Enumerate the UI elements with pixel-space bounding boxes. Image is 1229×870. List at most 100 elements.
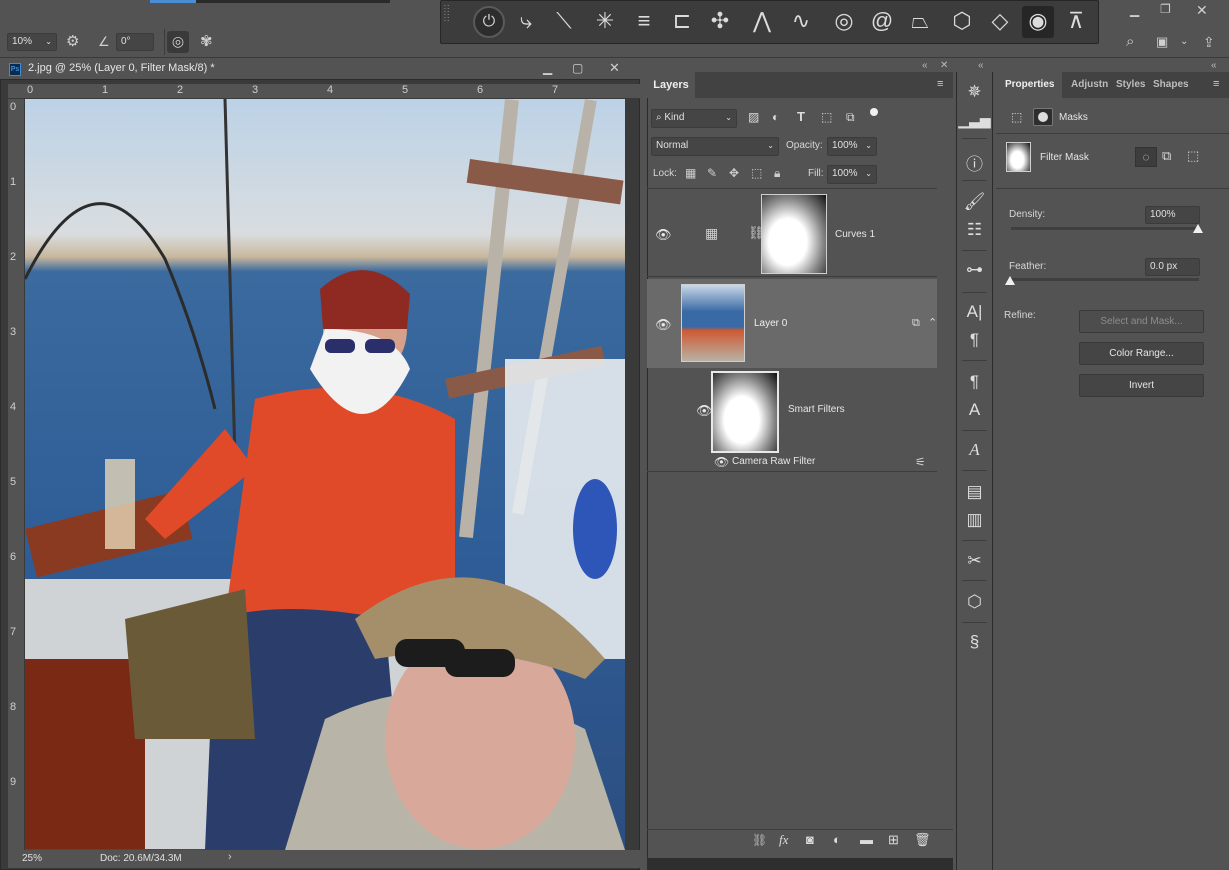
lock-pixels-icon[interactable]: ✎ xyxy=(707,166,717,180)
curves-mask-thumbnail[interactable] xyxy=(761,194,827,274)
new-layer-icon[interactable]: ⊞ xyxy=(888,832,899,848)
disable-mask-icon[interactable]: ⬚ xyxy=(1187,148,1199,164)
diamond-tool-icon[interactable]: ◇ xyxy=(984,6,1016,38)
character-icon[interactable]: A| xyxy=(956,302,993,322)
paragraph-icon[interactable]: ¶ xyxy=(956,330,993,350)
zoom-dropdown[interactable]: 10% ⌄ xyxy=(7,33,57,51)
visibility-eye-icon[interactable]: 👁︎ xyxy=(655,227,672,243)
visibility-eye-icon[interactable]: 👁︎ xyxy=(655,317,672,333)
link-layers-icon[interactable]: ⛓︎ xyxy=(752,833,767,847)
filter-options-icon[interactable]: ⚟ xyxy=(915,455,926,469)
lock-artboard-icon[interactable]: ⬚ xyxy=(751,166,762,180)
panel-menu-icon[interactable]: ≡ xyxy=(937,78,943,90)
invert-button[interactable]: Invert xyxy=(1079,374,1204,397)
share-icon[interactable]: ⇪ xyxy=(1203,32,1215,52)
lines-tool-icon[interactable]: ≡ xyxy=(628,6,660,38)
feather-input[interactable]: 0.0 px xyxy=(1145,258,1200,276)
workspace-icon[interactable]: ▣ xyxy=(1156,32,1168,52)
apply-mask-icon[interactable]: ⧉ xyxy=(1162,148,1171,164)
adjustment-filter-icon[interactable]: ◐ xyxy=(772,110,779,124)
toolbar-grip[interactable]: ∷ ∷ ∷ xyxy=(444,4,452,41)
trapezoid-tool-icon[interactable]: ⏢ xyxy=(904,6,936,38)
sliders-icon[interactable]: ☷ xyxy=(956,220,993,240)
cross-tool-icon[interactable]: ✣ xyxy=(704,6,736,38)
collapse-icon[interactable]: « xyxy=(978,60,984,71)
opacity-input[interactable]: 100% ⌄ xyxy=(827,137,877,156)
wave-tool-icon[interactable]: ∿ xyxy=(785,6,817,38)
brushes-icon[interactable]: 🖌︎ xyxy=(956,192,993,212)
layer-row-layer0[interactable]: 👁︎ Layer 0 ⧉ ⌃ xyxy=(647,279,937,368)
3d-icon[interactable]: ⬡ xyxy=(956,592,993,612)
chevron-up-icon[interactable]: ⌃ xyxy=(928,316,937,329)
lock-all-icon[interactable]: 🔒︎ xyxy=(774,166,780,181)
close-app-icon[interactable]: ✕ xyxy=(1196,2,1208,19)
document-icon[interactable]: ▥ xyxy=(956,510,993,530)
mask-icon[interactable] xyxy=(1033,108,1053,126)
maximize-icon[interactable]: ▢ xyxy=(572,61,583,75)
spiral-tool-icon[interactable]: @ xyxy=(866,6,898,38)
tab-adjustments[interactable]: Adjustn xyxy=(1071,72,1108,98)
select-mask-icon[interactable]: ◌ xyxy=(1135,147,1157,167)
panel-menu-icon[interactable]: ≡ xyxy=(1213,78,1219,90)
tab-styles[interactable]: Styles xyxy=(1116,72,1145,98)
filter-kind-dropdown[interactable]: ⌕ Kind ⌄ xyxy=(651,109,737,128)
density-slider-thumb[interactable] xyxy=(1193,224,1203,233)
adjustment-layer-icon[interactable]: ◐ xyxy=(833,832,841,847)
status-zoom[interactable]: 25% xyxy=(22,853,42,864)
glyphs-icon[interactable]: A xyxy=(956,440,993,460)
clone-source-icon[interactable]: ⊶ xyxy=(956,260,993,280)
layer0-thumbnail[interactable] xyxy=(681,284,745,362)
minimize-app-icon[interactable]: ▁ xyxy=(1130,3,1139,17)
visibility-eye-icon[interactable]: 👁︎ xyxy=(714,455,729,469)
blend-mode-dropdown[interactable]: Normal ⌄ xyxy=(651,137,779,156)
tab-properties[interactable]: Properties xyxy=(1005,72,1054,98)
density-slider[interactable] xyxy=(1011,227,1199,230)
close-icon[interactable]: ✕ xyxy=(609,60,620,76)
canvas-photo[interactable] xyxy=(25,99,625,850)
pressure-icon[interactable]: ◎ xyxy=(167,31,189,53)
line-tool-icon[interactable]: ⟍ xyxy=(548,6,580,38)
panel-resize-bar[interactable] xyxy=(647,858,953,870)
info-icon[interactable]: ⓘ xyxy=(956,150,993,175)
mandala-tool-icon[interactable]: ◉ xyxy=(1022,6,1054,38)
power-icon[interactable]: ⏻ xyxy=(473,6,505,38)
character-styles-icon[interactable]: A xyxy=(956,400,993,420)
chevron-right-icon[interactable]: › xyxy=(228,851,232,863)
pixel-mask-icon[interactable]: ⬚ xyxy=(1011,110,1022,124)
paragraph-styles-icon[interactable]: ¶ xyxy=(956,372,993,392)
timeline-icon[interactable]: § xyxy=(956,632,993,652)
minimize-icon[interactable]: ▁ xyxy=(543,61,552,75)
feather-slider-thumb[interactable] xyxy=(1005,276,1015,285)
circle-tool-icon[interactable]: ◎ xyxy=(828,6,860,38)
chevron-down-icon[interactable]: ⌄ xyxy=(1180,32,1188,52)
path-tool-icon[interactable]: ⤷ xyxy=(510,6,542,38)
tab-shapes[interactable]: Shapes xyxy=(1153,72,1189,98)
lock-position-icon[interactable]: ✥ xyxy=(729,166,739,180)
pixel-filter-icon[interactable]: ▨ xyxy=(748,110,759,124)
tab-layers[interactable]: Layers xyxy=(647,72,695,98)
search-icon[interactable]: ⌕ xyxy=(1126,32,1134,52)
shape-filter-icon[interactable]: ⬚ xyxy=(821,110,832,124)
fx-icon[interactable]: fx xyxy=(779,832,788,848)
fill-input[interactable]: 100% ⌄ xyxy=(827,165,877,184)
collapse-icon[interactable]: « xyxy=(1211,60,1217,71)
lock-transparent-icon[interactable]: ▦ xyxy=(685,166,696,180)
folder-icon[interactable]: ▬ xyxy=(860,832,873,847)
symmetry-icon[interactable]: ✾ xyxy=(200,32,213,52)
layer-row-smart-filters[interactable]: 👁︎ Smart Filters xyxy=(647,369,937,453)
layer-row-curves[interactable]: 👁︎ ▦ ⛓︎ Curves 1 xyxy=(647,189,937,277)
radial-tool-icon[interactable]: ✳ xyxy=(589,6,621,38)
filter-mask-thumbnail[interactable] xyxy=(711,371,779,453)
layer-row-camera-raw[interactable]: 👁︎ Camera Raw Filter ⚟ xyxy=(647,454,937,472)
collapse-icon[interactable]: « xyxy=(922,60,928,71)
tool-presets-icon[interactable]: ✂ xyxy=(956,551,993,571)
smartobject-filter-icon[interactable]: ⧉ xyxy=(846,110,855,125)
gear-icon[interactable]: ⚙ xyxy=(66,32,79,52)
histogram-icon[interactable]: ▁▃▅ xyxy=(956,112,993,129)
restore-app-icon[interactable]: ❐ xyxy=(1160,2,1171,16)
add-mask-icon[interactable]: ◙ xyxy=(806,832,814,847)
type-filter-icon[interactable]: T xyxy=(797,109,805,124)
frame-tool-icon[interactable]: ⊏ xyxy=(666,6,698,38)
notes-icon[interactable]: ▤ xyxy=(956,482,993,502)
select-and-mask-button[interactable]: Select and Mask... xyxy=(1079,310,1204,333)
